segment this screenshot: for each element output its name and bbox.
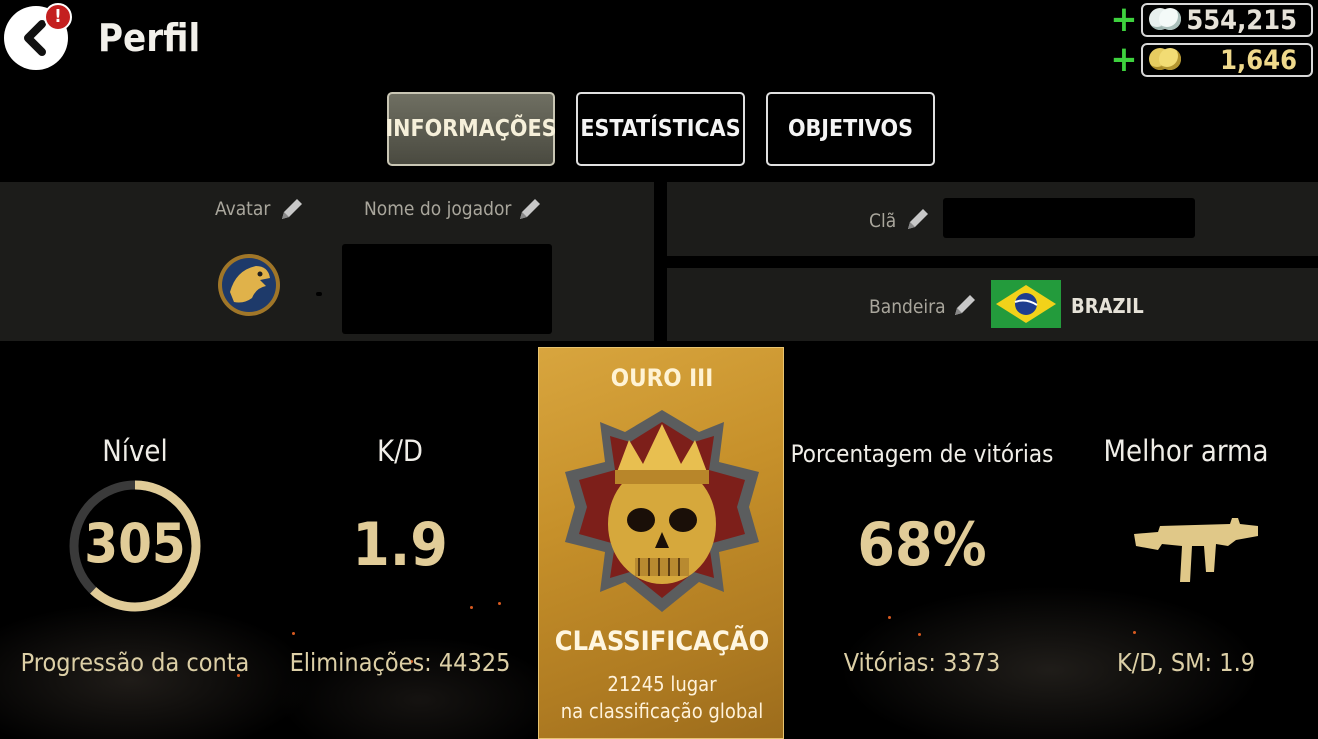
- kd-value: 1.9: [352, 510, 448, 580]
- best-weapon-title: Melhor arma: [1103, 434, 1269, 468]
- gold-currency: + 1,646: [1107, 42, 1313, 78]
- redacted-player-name: [342, 244, 552, 334]
- flag-label: Bandeira: [869, 296, 946, 318]
- ember-particle: [888, 616, 891, 619]
- rank-tier: OURO III: [610, 364, 714, 392]
- gold-amount: 1,646: [1220, 44, 1297, 76]
- tab-objetivos[interactable]: OBJETIVOS: [766, 92, 935, 166]
- ember-particle: [918, 633, 921, 636]
- rank-title: CLASSIFICAÇÃO: [554, 626, 770, 657]
- gold-skull-rank-icon: [565, 410, 759, 612]
- eagle-avatar-icon[interactable]: [216, 252, 282, 318]
- kd-footer: Eliminações: 44325: [289, 648, 511, 677]
- brazil-flag-icon: [991, 280, 1061, 328]
- redacted-clan-name: [943, 198, 1195, 238]
- page-title: Perfil: [98, 16, 201, 60]
- flag-panel: Bandeira BRAZIL: [667, 268, 1318, 341]
- rank-scope: na classificação global: [560, 699, 764, 723]
- ember-particle: [292, 632, 295, 635]
- tab-estatisticas[interactable]: ESTATÍSTICAS: [576, 92, 745, 166]
- win-rate-value: 68%: [857, 510, 987, 580]
- silver-amount: 554,215: [1186, 4, 1297, 36]
- add-silver-button[interactable]: +: [1107, 2, 1141, 38]
- rank-card[interactable]: OURO III CLASSIFICAÇÃO 21245 lugar na cl…: [538, 347, 784, 739]
- redaction-dot: [316, 292, 322, 296]
- level-title: Nível: [102, 434, 168, 468]
- level-value: 305: [84, 512, 186, 575]
- edit-avatar-pencil-icon[interactable]: [277, 194, 307, 224]
- win-rate-title: Porcentagem de vitórias: [790, 440, 1054, 468]
- silver-balance-box: 554,215: [1141, 3, 1313, 37]
- silver-currency: + 554,215: [1107, 2, 1313, 38]
- alert-badge: !: [44, 3, 72, 31]
- profile-panel: Avatar Nome do jogador: [0, 182, 654, 341]
- avatar-label: Avatar: [215, 198, 271, 220]
- wins-footer: Vitórias: 3373: [843, 648, 1001, 677]
- rank-position: 21245 lugar: [607, 672, 717, 696]
- add-gold-button[interactable]: +: [1107, 42, 1141, 78]
- gold-balance-box: 1,646: [1141, 43, 1313, 77]
- edit-clan-pencil-icon[interactable]: [903, 204, 933, 234]
- silver-coins-icon: [1149, 8, 1183, 32]
- player-name-label: Nome do jogador: [364, 198, 512, 220]
- gold-coins-icon: [1149, 48, 1183, 72]
- tab-informacoes[interactable]: INFORMAÇÕES: [385, 92, 557, 166]
- best-weapon-footer: K/D, SM: 1.9: [1116, 648, 1256, 677]
- country-name: BRAZIL: [1071, 294, 1144, 318]
- edit-flag-pencil-icon[interactable]: [950, 290, 980, 320]
- smg-weapon-icon[interactable]: [1132, 510, 1260, 586]
- kd-title: K/D: [377, 434, 423, 468]
- ember-particle: [470, 606, 473, 609]
- level-footer: Progressão da conta: [20, 648, 250, 677]
- ember-particle: [1133, 631, 1136, 634]
- edit-name-pencil-icon[interactable]: [515, 194, 545, 224]
- ember-particle: [498, 602, 501, 605]
- clan-panel: Clã: [667, 182, 1318, 256]
- clan-label: Clã: [869, 210, 897, 232]
